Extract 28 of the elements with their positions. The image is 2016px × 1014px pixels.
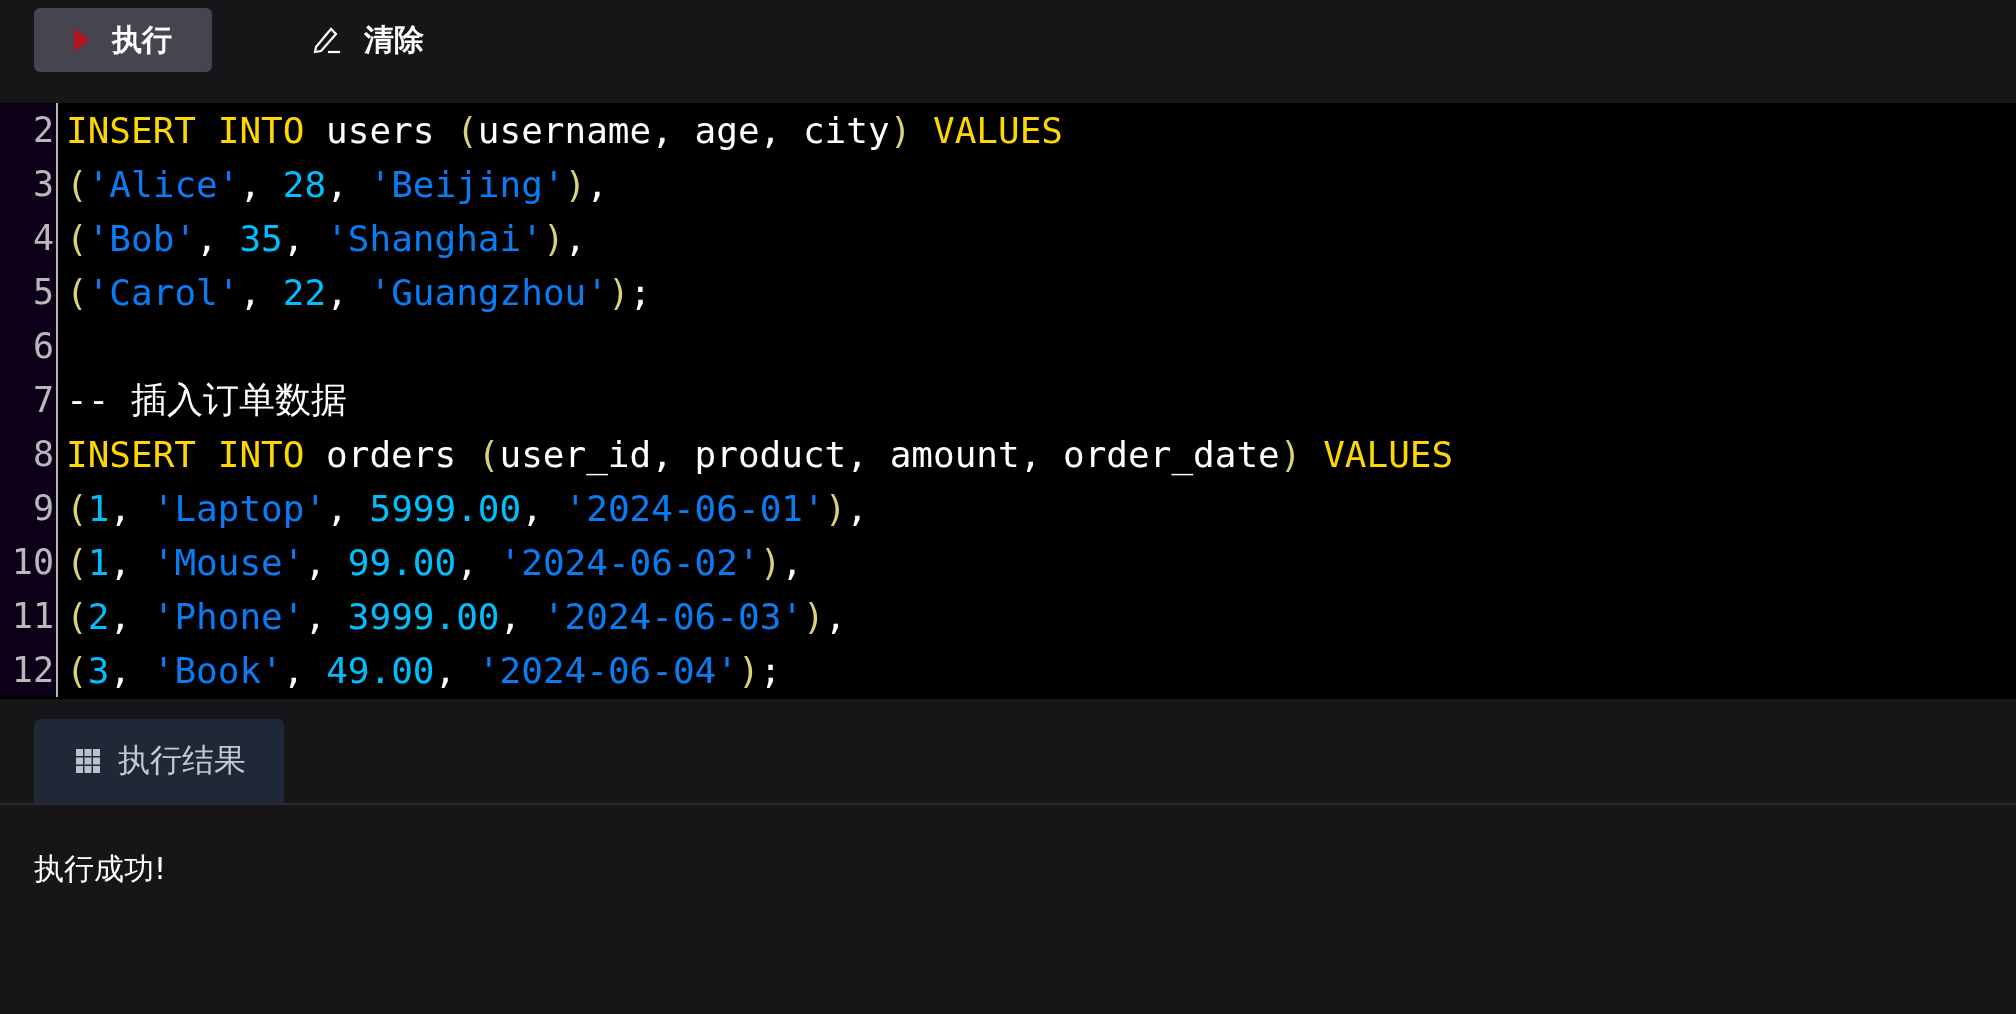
code-line: ('Bob', 35, 'Shanghai'), (65, 217, 587, 259)
code-line: INSERT INTO users (username, age, city) VALUES (65, 109, 1064, 151)
code-line: ('Alice', 28, 'Beijing'), (65, 163, 608, 205)
pencil-icon (312, 25, 342, 55)
line-number: 6 (0, 319, 58, 373)
line-number: 11 (0, 589, 58, 643)
code-line: -- 插入订单数据 (65, 377, 348, 422)
play-icon (74, 28, 90, 52)
line-number: 5 (0, 265, 58, 319)
code-line: (1, 'Laptop', 5999.00, '2024-06-01'), (65, 487, 869, 529)
line-number: 9 (0, 481, 58, 535)
code-line: ('Carol', 22, 'Guangzhou'); (65, 271, 652, 313)
code-line: (3, 'Book', 49.00, '2024-06-04'); (65, 649, 782, 691)
line-number: 2 (0, 103, 58, 157)
code-line: (2, 'Phone', 3999.00, '2024-06-03'), (65, 595, 847, 637)
results-tab[interactable]: 执行结果 (34, 719, 284, 803)
clear-button[interactable]: 清除 (272, 8, 464, 72)
run-button[interactable]: 执行 (34, 8, 212, 72)
grid-icon (76, 749, 100, 773)
code-line: (1, 'Mouse', 99.00, '2024-06-02'), (65, 541, 803, 583)
line-number: 10 (0, 535, 58, 589)
line-number: 7 (0, 373, 58, 427)
line-number: 12 (0, 643, 58, 697)
result-message: 执行成功! (33, 850, 168, 888)
line-number: 4 (0, 211, 58, 265)
line-number: 8 (0, 427, 58, 481)
line-number: 3 (0, 157, 58, 211)
code-line: INSERT INTO orders (user_id, product, amount, order_date) VALUES (65, 433, 1454, 475)
